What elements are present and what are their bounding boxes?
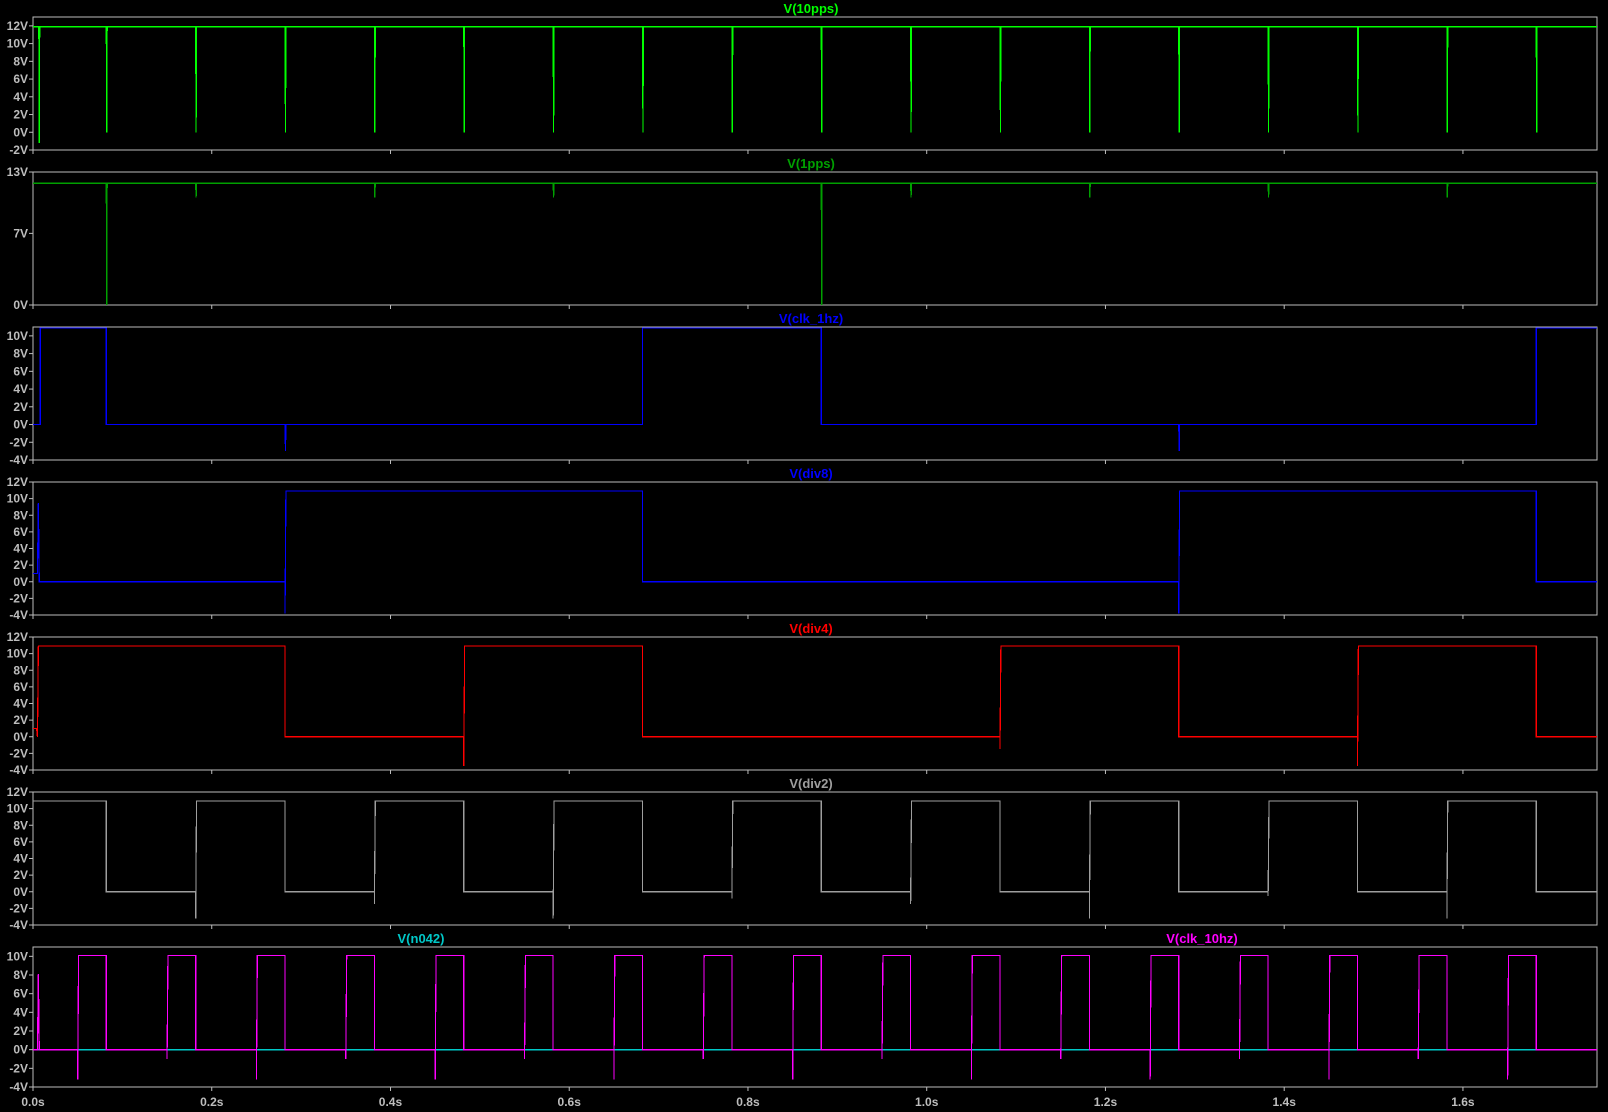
y-tick-label: 8V bbox=[13, 818, 28, 832]
y-tick-label: 12V bbox=[7, 19, 28, 33]
y-tick-label: 2V bbox=[13, 1024, 28, 1038]
y-tick-label: -4V bbox=[9, 453, 28, 467]
y-tick-label: 4V bbox=[13, 852, 28, 866]
y-tick-label: 0V bbox=[13, 298, 28, 312]
y-tick-label: 12V bbox=[7, 475, 28, 489]
y-tick-label: -2V bbox=[9, 1061, 28, 1075]
y-tick-label: 4V bbox=[13, 90, 28, 104]
y-tick-label: 10V bbox=[7, 647, 28, 661]
y-tick-label: -2V bbox=[9, 591, 28, 605]
x-tick-label: 1.4s bbox=[1273, 1095, 1297, 1109]
y-tick-label: 6V bbox=[13, 835, 28, 849]
y-tick-label: 4V bbox=[13, 382, 28, 396]
trace-title[interactable]: V(1pps) bbox=[787, 156, 835, 171]
y-tick-label: 2V bbox=[13, 558, 28, 572]
y-tick-label: 10V bbox=[7, 949, 28, 963]
y-tick-label: -4V bbox=[9, 763, 28, 777]
y-tick-label: 2V bbox=[13, 108, 28, 122]
x-tick-label: 0.4s bbox=[379, 1095, 403, 1109]
x-tick-label: 0.8s bbox=[736, 1095, 760, 1109]
waveform-viewer: -2V 0V 2V 4V 6V 8V 10V 12V V(10pps) 0V 7V 13V V(1pps… bbox=[0, 0, 1608, 1112]
x-tick-label: 1.2s bbox=[1094, 1095, 1118, 1109]
y-tick-label: 8V bbox=[13, 347, 28, 361]
y-tick-label: 10V bbox=[7, 329, 28, 343]
y-tick-label: 6V bbox=[13, 525, 28, 539]
y-tick-label: 8V bbox=[13, 54, 28, 68]
y-tick-label: 2V bbox=[13, 868, 28, 882]
y-tick-label: 4V bbox=[13, 542, 28, 556]
trace-title[interactable]: V(clk_10hz) bbox=[1166, 931, 1238, 946]
y-tick-label: 12V bbox=[7, 630, 28, 644]
y-tick-label: 10V bbox=[7, 492, 28, 506]
y-tick-label: 2V bbox=[13, 400, 28, 414]
x-tick-label: 0.2s bbox=[200, 1095, 224, 1109]
y-tick-label: 8V bbox=[13, 663, 28, 677]
y-tick-label: -2V bbox=[9, 143, 28, 157]
y-tick-label: 0V bbox=[13, 125, 28, 139]
y-tick-label: 0V bbox=[13, 730, 28, 744]
y-tick-label: 0V bbox=[13, 1043, 28, 1057]
trace-title[interactable]: V(div4) bbox=[789, 621, 832, 636]
trace-title[interactable]: V(clk_1hz) bbox=[779, 311, 843, 326]
y-tick-label: 8V bbox=[13, 508, 28, 522]
x-tick-label: 1.0s bbox=[915, 1095, 939, 1109]
y-tick-label: 12V bbox=[7, 785, 28, 799]
y-tick-label: 13V bbox=[7, 165, 28, 179]
y-tick-label: 10V bbox=[7, 37, 28, 51]
y-tick-label: 6V bbox=[13, 72, 28, 86]
y-tick-label: 8V bbox=[13, 968, 28, 982]
y-tick-label: 0V bbox=[13, 418, 28, 432]
trace-title[interactable]: V(10pps) bbox=[784, 1, 839, 16]
y-tick-label: -2V bbox=[9, 901, 28, 915]
x-tick-label: 0.0s bbox=[21, 1095, 45, 1109]
trace-title[interactable]: V(n042) bbox=[398, 931, 445, 946]
x-tick-label: 0.6s bbox=[558, 1095, 582, 1109]
y-tick-label: 4V bbox=[13, 697, 28, 711]
y-tick-label: -2V bbox=[9, 435, 28, 449]
y-tick-label: 6V bbox=[13, 987, 28, 1001]
y-tick-label: 6V bbox=[13, 364, 28, 378]
trace-title[interactable]: V(div2) bbox=[789, 776, 832, 791]
y-tick-label: -4V bbox=[9, 1080, 28, 1094]
x-tick-label: 1.6s bbox=[1451, 1095, 1475, 1109]
y-tick-label: 10V bbox=[7, 802, 28, 816]
y-tick-label: 0V bbox=[13, 575, 28, 589]
trace-title[interactable]: V(div8) bbox=[789, 466, 832, 481]
y-tick-label: -2V bbox=[9, 746, 28, 760]
y-tick-label: -4V bbox=[9, 608, 28, 622]
y-tick-label: -4V bbox=[9, 918, 28, 932]
y-tick-label: 4V bbox=[13, 1005, 28, 1019]
y-tick-label: 0V bbox=[13, 885, 28, 899]
y-tick-label: 7V bbox=[13, 226, 28, 240]
y-tick-label: 6V bbox=[13, 680, 28, 694]
y-tick-label: 2V bbox=[13, 713, 28, 727]
